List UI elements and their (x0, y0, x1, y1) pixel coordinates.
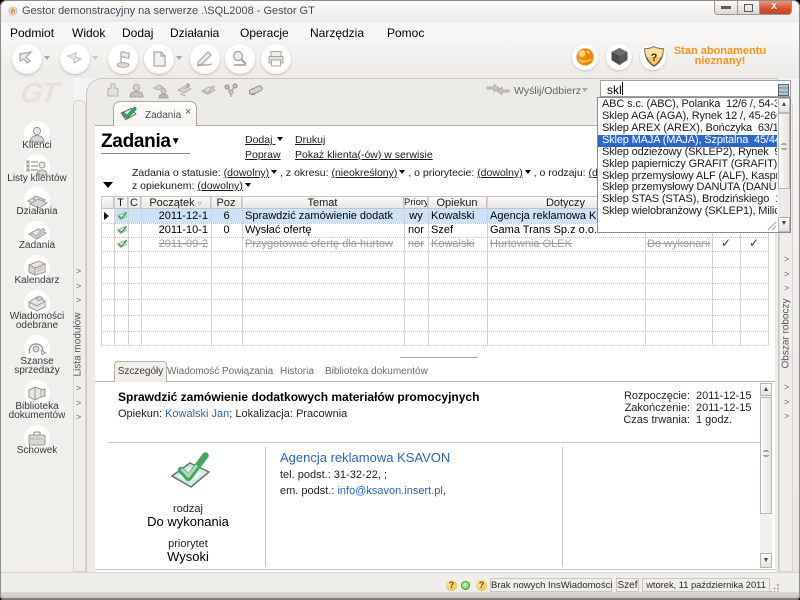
svg-text:?: ? (651, 52, 658, 64)
